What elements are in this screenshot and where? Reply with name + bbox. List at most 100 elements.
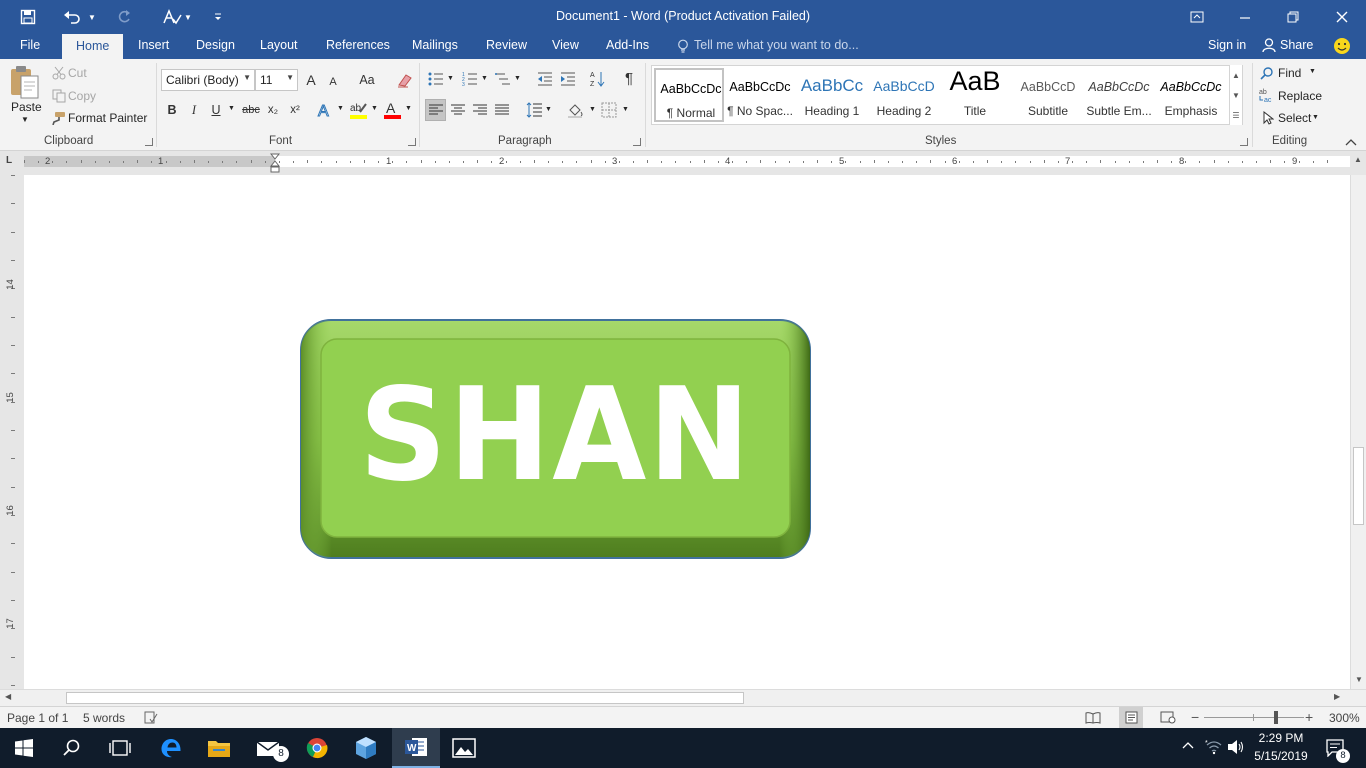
sign-in-link[interactable]: Sign in bbox=[1208, 38, 1246, 52]
multilevel-dropdown-icon[interactable]: ▼ bbox=[514, 75, 521, 82]
find-dropdown-icon[interactable]: ▼ bbox=[1309, 68, 1316, 75]
font-family-combo[interactable]: Calibri (Body) ▼ bbox=[161, 69, 255, 91]
bold-button[interactable]: B bbox=[164, 99, 180, 121]
sort-icon[interactable]: AZ bbox=[590, 70, 606, 88]
font-size-combo[interactable]: 11 ▼ bbox=[255, 69, 298, 91]
share-button[interactable]: Share bbox=[1280, 38, 1313, 52]
grow-font-button[interactable]: A bbox=[303, 69, 319, 91]
style-title[interactable]: AaB Title bbox=[940, 68, 1010, 122]
document-page[interactable]: SHAN bbox=[24, 175, 1350, 689]
line-spacing-dropdown-icon[interactable]: ▼ bbox=[545, 106, 552, 113]
taskbar-word[interactable]: W bbox=[392, 728, 440, 768]
replace-button[interactable]: Replace bbox=[1278, 89, 1322, 103]
style-subtle-emphasis[interactable]: AaBbCcDc Subtle Em... bbox=[1084, 68, 1154, 122]
italic-button[interactable]: I bbox=[186, 99, 202, 121]
tell-me-input[interactable]: Tell me what you want to do... bbox=[694, 38, 859, 52]
page-count[interactable]: Page 1 of 1 bbox=[7, 711, 68, 725]
shape-text[interactable]: SHAN bbox=[313, 355, 798, 515]
taskbar-edge[interactable] bbox=[147, 728, 195, 768]
shading-dropdown-icon[interactable]: ▼ bbox=[589, 106, 596, 113]
clipboard-dialog-launcher[interactable] bbox=[145, 138, 153, 146]
smiley-icon[interactable] bbox=[1333, 37, 1351, 55]
copy-button[interactable]: Copy bbox=[68, 89, 96, 103]
font-color-icon[interactable]: A bbox=[383, 100, 403, 120]
proofing-icon[interactable] bbox=[144, 711, 158, 724]
underline-button[interactable]: U bbox=[208, 99, 224, 121]
tab-selector[interactable]: L bbox=[6, 155, 12, 166]
bullets-dropdown-icon[interactable]: ▼ bbox=[447, 75, 454, 82]
shading-icon[interactable] bbox=[567, 102, 585, 118]
tab-references[interactable]: References bbox=[326, 38, 390, 52]
restore-icon[interactable] bbox=[1283, 7, 1303, 27]
style-heading-1[interactable]: AaBbCc Heading 1 bbox=[797, 68, 867, 122]
decrease-indent-icon[interactable] bbox=[537, 71, 553, 87]
show-hidden-icons[interactable] bbox=[1182, 741, 1194, 749]
numbering-dropdown-icon[interactable]: ▼ bbox=[481, 75, 488, 82]
align-right-icon[interactable] bbox=[473, 104, 487, 116]
taskbar-chrome[interactable] bbox=[293, 728, 341, 768]
style-no-spacing[interactable]: AaBbCcDc ¶ No Spac... bbox=[725, 68, 795, 122]
vertical-scrollbar[interactable]: ▼ bbox=[1350, 175, 1366, 689]
tab-home[interactable]: Home bbox=[62, 34, 124, 59]
tab-design[interactable]: Design bbox=[196, 38, 235, 52]
web-layout-icon[interactable] bbox=[1160, 711, 1176, 724]
vertical-scroll-thumb[interactable] bbox=[1353, 447, 1364, 525]
paste-dropdown-icon[interactable]: ▼ bbox=[21, 115, 29, 124]
clock-date[interactable]: 5/15/2019 bbox=[1253, 749, 1309, 763]
clear-formatting-icon[interactable] bbox=[396, 72, 414, 88]
paste-button[interactable]: Paste bbox=[11, 100, 42, 114]
horizontal-scroll-thumb[interactable] bbox=[66, 692, 744, 704]
taskbar-photos[interactable] bbox=[440, 728, 488, 768]
ribbon-display-options-icon[interactable] bbox=[1187, 7, 1207, 27]
minimize-icon[interactable] bbox=[1235, 7, 1255, 27]
align-center-icon[interactable] bbox=[451, 104, 465, 116]
show-marks-button[interactable]: ¶ bbox=[620, 67, 638, 89]
align-left-button[interactable] bbox=[425, 99, 446, 121]
zoom-level[interactable]: 300% bbox=[1329, 711, 1360, 725]
taskbar-app-cube[interactable] bbox=[342, 728, 390, 768]
hscroll-right-arrow[interactable]: ▶ bbox=[1334, 692, 1340, 701]
subscript-button[interactable]: x₂ bbox=[264, 99, 282, 121]
format-painter-button[interactable]: Format Painter bbox=[68, 111, 147, 125]
change-case-button[interactable]: Aa bbox=[352, 69, 382, 91]
highlight-dropdown-icon[interactable]: ▼ bbox=[371, 105, 378, 112]
style-normal[interactable]: AaBbCcDc ¶ Normal bbox=[654, 68, 724, 122]
volume-icon[interactable] bbox=[1227, 739, 1245, 755]
person-icon[interactable] bbox=[1262, 38, 1276, 53]
styles-scroll-up[interactable]: ▲ bbox=[1229, 65, 1242, 85]
numbering-icon[interactable]: 123 bbox=[462, 71, 478, 87]
tab-mailings[interactable]: Mailings bbox=[412, 38, 458, 52]
start-button[interactable] bbox=[0, 728, 48, 768]
zoom-slider-thumb[interactable] bbox=[1274, 711, 1278, 724]
font-dialog-launcher[interactable] bbox=[408, 138, 416, 146]
tab-layout[interactable]: Layout bbox=[260, 38, 298, 52]
styles-scroll-down[interactable]: ▼ bbox=[1229, 85, 1242, 105]
underline-dropdown-icon[interactable]: ▼ bbox=[228, 105, 235, 112]
select-dropdown-icon[interactable]: ▼ bbox=[1312, 114, 1319, 121]
network-icon[interactable]: * bbox=[1205, 739, 1223, 755]
paragraph-dialog-launcher[interactable] bbox=[633, 138, 641, 146]
justify-icon[interactable] bbox=[495, 104, 509, 116]
first-line-indent-marker[interactable] bbox=[270, 153, 280, 174]
style-heading-2[interactable]: AaBbCcD Heading 2 bbox=[869, 68, 939, 122]
tab-review[interactable]: Review bbox=[486, 38, 527, 52]
clock-time[interactable]: 2:29 PM bbox=[1256, 731, 1306, 745]
cut-button[interactable]: Cut bbox=[68, 66, 87, 80]
zoom-slider-track[interactable] bbox=[1204, 717, 1304, 718]
horizontal-scrollbar[interactable]: ◀ ▶ bbox=[0, 689, 1366, 706]
taskbar-mail[interactable]: 8 bbox=[244, 728, 292, 768]
multilevel-list-icon[interactable] bbox=[495, 71, 511, 87]
shrink-font-button[interactable]: A bbox=[325, 71, 341, 93]
increase-indent-icon[interactable] bbox=[560, 71, 576, 87]
style-emphasis[interactable]: AaBbCcDc Emphasis bbox=[1156, 68, 1226, 122]
styles-more-button[interactable]: ☰ bbox=[1229, 105, 1242, 125]
borders-icon[interactable] bbox=[601, 102, 617, 118]
highlight-icon[interactable]: ab bbox=[349, 100, 369, 120]
vscroll-up-arrow[interactable]: ▲ bbox=[1354, 155, 1362, 164]
line-spacing-icon[interactable] bbox=[526, 102, 542, 118]
task-view-button[interactable] bbox=[96, 728, 144, 768]
superscript-button[interactable]: x² bbox=[286, 99, 304, 121]
text-effects-icon[interactable]: A bbox=[317, 102, 335, 119]
print-layout-icon[interactable] bbox=[1119, 707, 1143, 728]
font-color-dropdown-icon[interactable]: ▼ bbox=[405, 105, 412, 112]
